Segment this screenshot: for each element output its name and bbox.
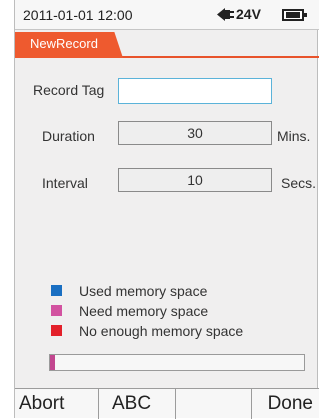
duration-label: Duration	[42, 128, 95, 144]
interval-field[interactable]: 10	[118, 168, 272, 192]
record-tag-input[interactable]	[118, 78, 272, 104]
softkey-bar: Abort ABC Done	[15, 388, 319, 419]
memory-fill	[50, 355, 56, 370]
device-screen: 2011-01-01 12:00 24V NewRecord Record Ta…	[14, 0, 319, 419]
interval-label: Interval	[42, 175, 88, 191]
record-tag-label: Record Tag	[33, 82, 105, 98]
memory-bar	[49, 354, 305, 371]
no-memory-swatch	[51, 325, 62, 336]
status-bar: 2011-01-01 12:00 24V	[15, 0, 319, 30]
used-memory-swatch	[51, 285, 62, 296]
status-voltage: 24V	[236, 6, 261, 22]
empty-softkey[interactable]	[176, 389, 252, 419]
need-memory-swatch	[51, 305, 62, 316]
status-datetime: 2011-01-01 12:00	[23, 7, 133, 23]
duration-field[interactable]: 30	[118, 121, 272, 145]
abc-button[interactable]: ABC	[99, 389, 176, 419]
need-memory-label: Need memory space	[79, 303, 209, 319]
title-bar: NewRecord	[15, 30, 319, 58]
battery-icon	[282, 9, 307, 21]
abort-button[interactable]: Abort	[15, 389, 99, 419]
used-memory-label: Used memory space	[79, 283, 208, 299]
page-title: NewRecord	[30, 36, 98, 51]
done-button[interactable]: Done	[252, 389, 319, 419]
no-memory-label: No enough memory space	[79, 323, 244, 339]
plug-icon	[217, 8, 234, 21]
interval-unit: Secs.	[281, 175, 317, 191]
duration-unit: Mins.	[277, 128, 311, 144]
